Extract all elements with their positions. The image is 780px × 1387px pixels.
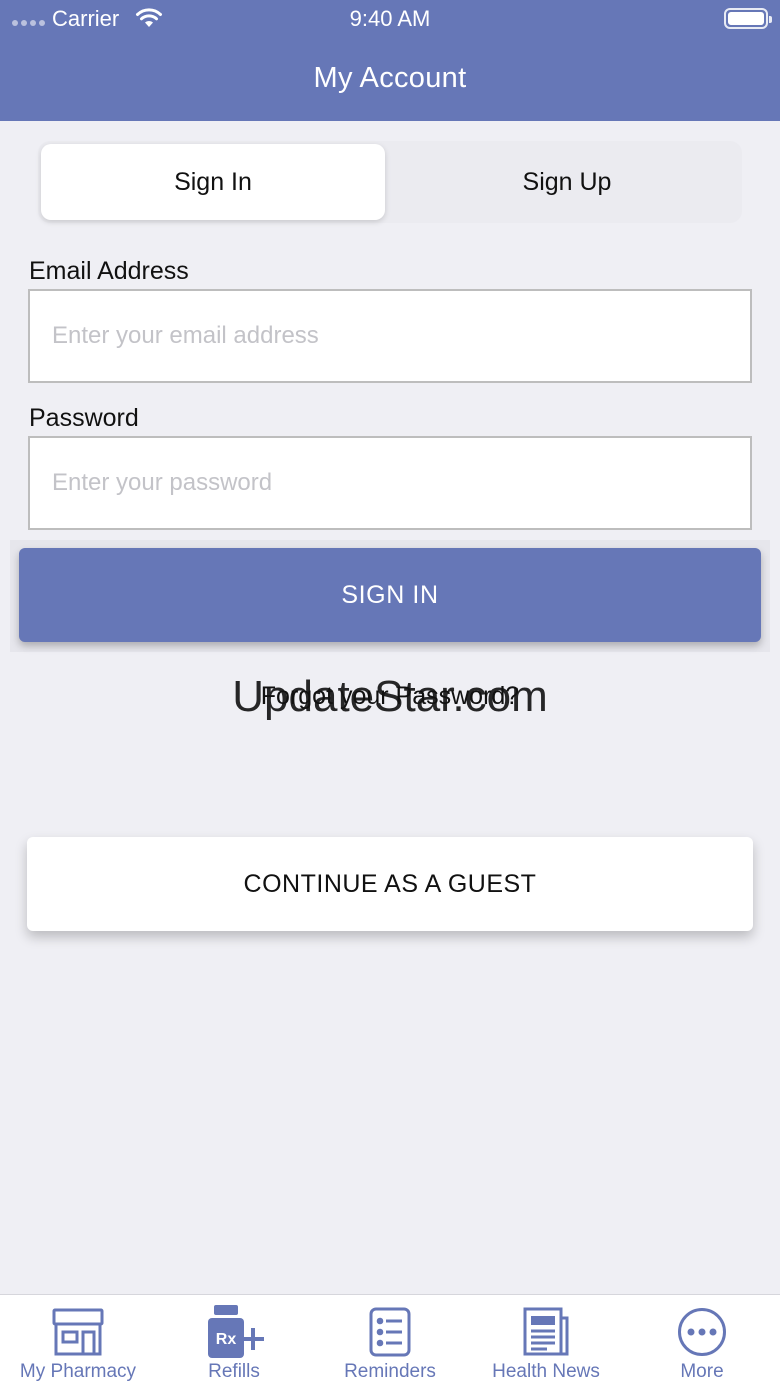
password-field[interactable] <box>28 436 752 530</box>
continue-as-guest-button[interactable]: CONTINUE AS A GUEST <box>27 837 753 931</box>
tab-label: Health News <box>492 1361 600 1382</box>
tab-label: Refills <box>208 1361 260 1382</box>
tab-my-pharmacy[interactable]: My Pharmacy <box>0 1295 156 1387</box>
password-label: Password <box>29 404 139 432</box>
newspaper-icon <box>522 1305 570 1359</box>
battery-icon <box>724 8 772 29</box>
header-bar: Carrier 9:40 AM My Account <box>0 0 780 121</box>
forgot-password-link[interactable]: Forgot your Password? <box>0 682 780 711</box>
tab-label: Reminders <box>344 1361 436 1382</box>
page-title: My Account <box>313 62 467 94</box>
pharmacy-store-icon <box>51 1305 105 1359</box>
bottom-tab-bar: My Pharmacy Rx Refills Reminders Health … <box>0 1294 780 1387</box>
tab-refills[interactable]: Rx Refills <box>156 1295 312 1387</box>
tab-more[interactable]: More <box>624 1295 780 1387</box>
email-field[interactable] <box>28 289 752 383</box>
tab-sign-in[interactable]: Sign In <box>41 144 385 220</box>
more-dots-icon <box>676 1305 728 1359</box>
email-label: Email Address <box>29 257 189 285</box>
rx-refill-icon: Rx <box>203 1305 265 1359</box>
svg-text:Rx: Rx <box>216 1331 237 1348</box>
tab-label: My Pharmacy <box>19 1361 137 1382</box>
tab-reminders[interactable]: Reminders <box>312 1295 468 1387</box>
reminders-list-icon <box>368 1305 412 1359</box>
signin-signup-segmented-control: Sign In Sign Up <box>38 141 742 223</box>
tab-health-news[interactable]: Health News <box>468 1295 624 1387</box>
status-bar: Carrier 9:40 AM <box>0 0 780 40</box>
status-time: 9:40 AM <box>349 6 431 31</box>
tab-sign-up[interactable]: Sign Up <box>395 144 739 220</box>
sign-in-button[interactable]: SIGN IN <box>19 548 761 642</box>
tab-label: More <box>680 1361 724 1382</box>
